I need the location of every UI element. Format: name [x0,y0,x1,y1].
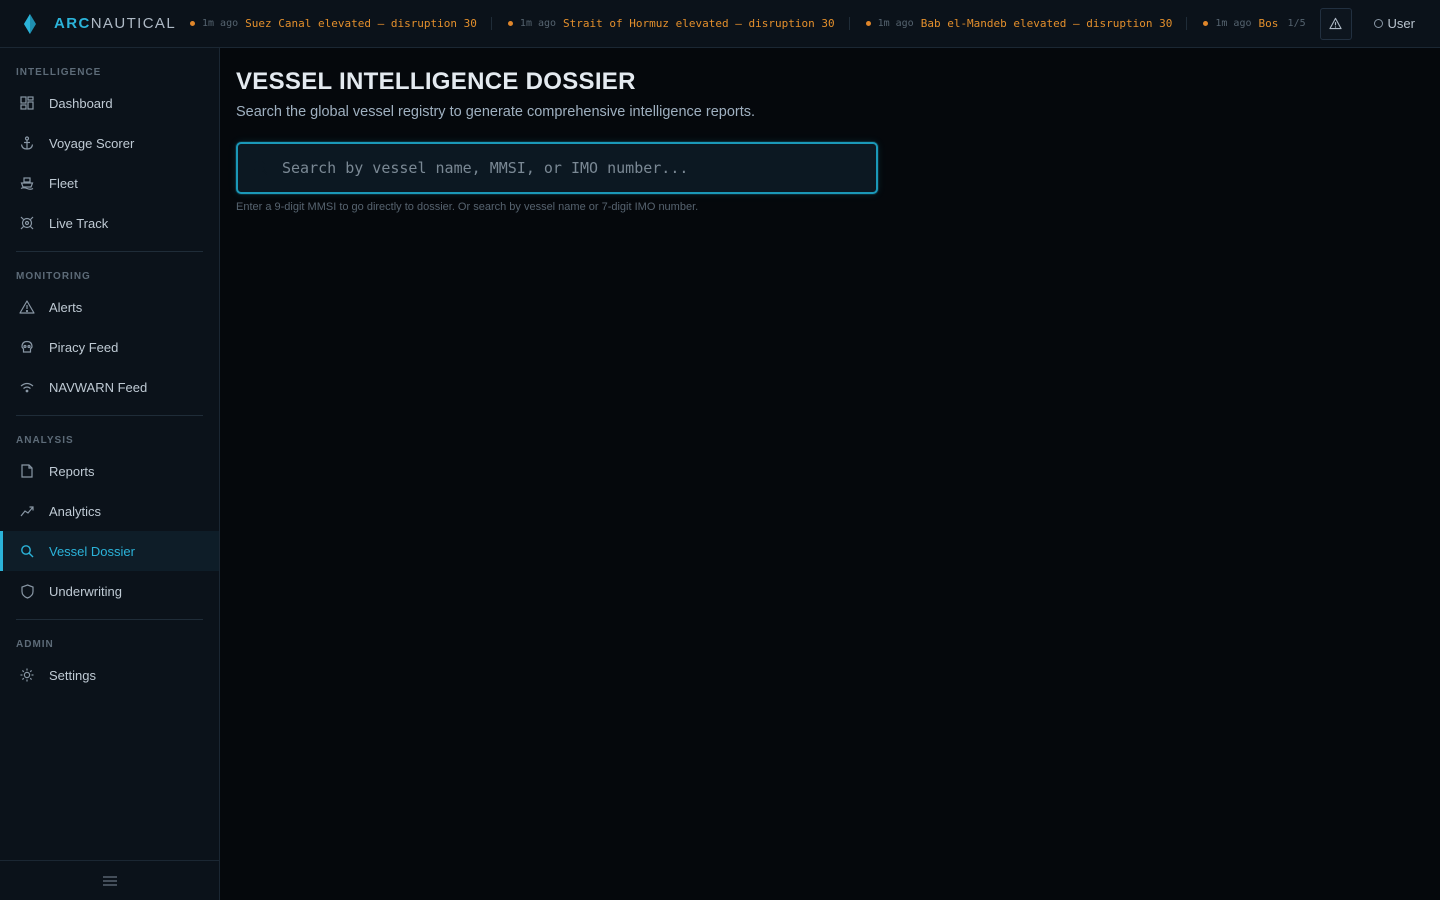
page-subtitle: Search the global vessel registry to gen… [236,104,756,120]
search-icon [253,160,269,176]
sidebar-item-label: Reports [49,463,95,479]
ticker-time: 1m ago [202,18,239,29]
main-content: VESSEL INTELLIGENCE DOSSIER Search the g… [236,48,1416,213]
sidebar-item-vessel-dossier[interactable]: Vessel Dossier [0,531,219,571]
sidebar-item-live-track[interactable]: Live Track [0,203,219,243]
sidebar: INTELLIGENCE Dashboard Voyage Scorer Fle… [0,48,220,900]
sidebar-item-fleet[interactable]: Fleet [0,163,219,203]
status-dot-icon [865,21,871,26]
ticker-time: 1m ago [877,18,914,29]
vessel-search-box[interactable] [236,142,878,194]
crosshair-icon [19,215,35,231]
file-icon [19,463,35,479]
vessel-search-input[interactable] [282,159,876,177]
status-dot-icon [190,21,195,26]
section-label-intelligence: INTELLIGENCE [16,67,102,78]
warning-icon [19,299,35,315]
user-label: User [1387,16,1415,31]
ticker-time: 1m ago [1215,18,1252,29]
sidebar-item-analytics[interactable]: Analytics [0,491,219,531]
search-helper-text: Enter a 9-digit MMSI to go directly to d… [236,201,699,213]
sidebar-item-label: Underwriting [49,583,122,599]
grid-icon [19,95,35,111]
skull-icon [19,339,35,355]
sidebar-item-label: Dashboard [49,95,113,111]
sidebar-item-label: Vessel Dossier [49,543,135,559]
ticker-item[interactable]: 1m ago Strait of Hormuz elevated — disru… [507,17,850,30]
sidebar-item-label: Voyage Scorer [49,135,135,151]
brand-name: ARCNAUTICAL [54,15,177,32]
ticker-count: 1/5 [1287,18,1306,29]
ticker-text: Suez Canal elevated — disruption 30 [245,17,477,30]
ticker-text: Bab el-Mandeb elevated — disruption 30 [920,17,1173,30]
sidebar-item-reports[interactable]: Reports [0,451,219,491]
anchor-icon [19,135,35,151]
ticker-item[interactable]: 1m ago Suez Canal elevated — disruption … [190,17,492,30]
sidebar-item-label: Settings [49,667,96,683]
alerts-button[interactable] [1319,7,1352,40]
sidebar-item-label: Fleet [49,175,78,191]
status-dot-icon [1203,21,1209,26]
status-dot-icon [507,21,513,26]
shield-icon [19,583,35,599]
warning-icon [1329,17,1342,30]
ticker-text: Strait of Hormuz elevated — disruption 3… [563,17,835,30]
sidebar-item-piracy-feed[interactable]: Piracy Feed [0,327,219,367]
section-label-monitoring: MONITORING [16,271,91,282]
top-bar: ARCNAUTICAL 1m ago Suez Canal elevated —… [0,0,1440,48]
menu-icon [102,875,117,886]
sidebar-item-label: Piracy Feed [49,339,119,355]
sidebar-item-label: Live Track [49,215,109,231]
wifi-icon [19,379,35,395]
ticker-item[interactable]: 1m ago Bab el-Mandeb elevated — disrupti… [865,17,1188,30]
ship-icon [19,175,35,191]
sidebar-item-label: Analytics [49,503,102,519]
sidebar-item-dashboard[interactable]: Dashboard [0,83,219,123]
ticker-item[interactable]: 1m ago Bosp [1203,17,1278,30]
page-title: VESSEL INTELLIGENCE DOSSIER [236,68,636,95]
section-label-analysis: ANALYSIS [16,435,74,446]
disruption-ticker[interactable]: 1m ago Suez Canal elevated — disruption … [180,0,1278,48]
user-icon [1373,19,1383,28]
sidebar-item-label: Alerts [49,299,83,315]
search-icon [19,543,35,559]
sidebar-item-voyage-scorer[interactable]: Voyage Scorer [0,123,219,163]
brand[interactable]: ARCNAUTICAL [0,13,180,35]
sidebar-item-navwarn-feed[interactable]: NAVWARN Feed [0,367,219,407]
sidebar-item-underwriting[interactable]: Underwriting [0,571,219,611]
trend-icon [19,503,35,519]
user-menu-button[interactable]: User [1373,16,1415,31]
sidebar-item-settings[interactable]: Settings [0,655,219,695]
ticker-text: Bosp [1258,17,1278,30]
ticker-time: 1m ago [519,18,557,29]
section-label-admin: ADMIN [16,639,54,650]
gear-icon [19,667,35,683]
sidebar-collapse-button[interactable] [0,860,219,900]
diamond-logo-icon [24,13,36,34]
sidebar-item-alerts[interactable]: Alerts [0,287,219,327]
sidebar-item-label: NAVWARN Feed [49,379,148,395]
